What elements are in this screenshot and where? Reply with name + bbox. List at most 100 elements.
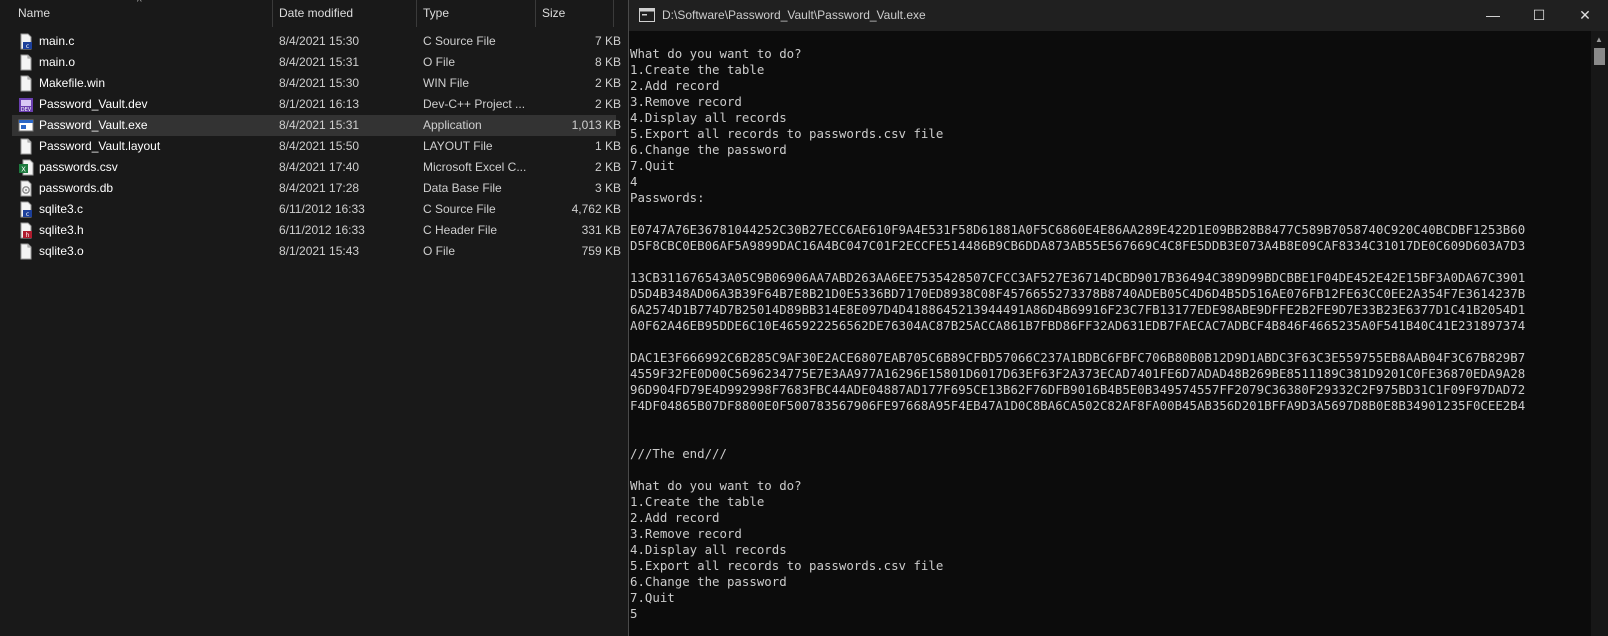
- console-line: 2.Add record: [630, 510, 720, 525]
- column-header-date-label: Date modified: [279, 6, 354, 20]
- file-name: Password_Vault.layout: [39, 139, 161, 153]
- console-line: 7.Quit: [630, 590, 675, 605]
- console-output[interactable]: What do you want to do? 1.Create the tabl…: [630, 46, 1590, 636]
- svg-text:DEV: DEV: [21, 107, 32, 113]
- column-header-size-label: Size: [542, 6, 566, 20]
- console-line: E0747A76E36781044252C30B27ECC6AE610F9A4E…: [630, 222, 1526, 237]
- console-app-icon: [639, 8, 655, 22]
- file-size: 2 KB: [594, 97, 621, 111]
- console-line: 6A2574D1B774D7B25014D89BB314E8E097D4D418…: [630, 302, 1526, 317]
- close-icon: ✕: [1579, 7, 1591, 23]
- column-header-size[interactable]: Size: [536, 0, 614, 27]
- file-row[interactable]: Password_Vault.layout 8/4/2021 15:50 LAYOU…: [12, 136, 628, 157]
- blank-file-icon: [18, 243, 34, 260]
- file-size: 2 KB: [594, 76, 621, 90]
- file-date-modified: 8/4/2021 15:50: [279, 139, 360, 153]
- file-size: 2 KB: [594, 160, 621, 174]
- file-date-modified: 8/1/2021 16:13: [279, 97, 360, 111]
- file-row[interactable]: passwords.db 8/4/2021 17:28 Data Base File…: [12, 178, 628, 199]
- file-date-modified: 8/4/2021 15:31: [279, 55, 360, 69]
- console-line: 3.Remove record: [630, 526, 742, 541]
- file-size: 1 KB: [594, 139, 621, 153]
- sort-ascending-icon: ^: [137, 0, 142, 8]
- console-line: 5: [630, 606, 638, 621]
- file-size: 7 KB: [594, 34, 621, 48]
- file-size: 8 KB: [594, 55, 621, 69]
- file-type: C Source File: [423, 34, 496, 48]
- file-name: sqlite3.o: [39, 244, 84, 258]
- minimize-button[interactable]: —: [1470, 0, 1516, 31]
- file-size: 331 KB: [581, 223, 621, 237]
- file-name: Makefile.win: [39, 76, 106, 90]
- file-name: Password_Vault.exe: [39, 118, 148, 132]
- file-row[interactable]: sqlite3.o 8/1/2021 15:43 O File 759 KB: [12, 241, 628, 262]
- blank-file-icon: [18, 75, 34, 92]
- application-icon: [18, 117, 34, 134]
- file-type: LAYOUT File: [423, 139, 493, 153]
- file-row[interactable]: c main.c 8/4/2021 15:30 C Source File 7 KB: [12, 31, 628, 52]
- console-line: 4.Display all records: [630, 542, 787, 557]
- console-line: What do you want to do?: [630, 46, 802, 61]
- console-line: DAC1E3F666992C6B285C9AF30E2ACE6807EAB705…: [630, 350, 1526, 365]
- console-line: Passwords:: [630, 190, 705, 205]
- file-name: passwords.csv: [39, 160, 118, 174]
- close-button[interactable]: ✕: [1562, 0, 1608, 31]
- console-title: D:\Software\Password_Vault\Password_Vaul…: [662, 8, 926, 22]
- console-line: What do you want to do?: [630, 478, 802, 493]
- console-line: 5.Export all records to passwords.csv fi…: [630, 558, 944, 573]
- file-list: c main.c 8/4/2021 15:30 C Source File 7 KB ma…: [0, 31, 628, 262]
- database-file-icon: [18, 180, 34, 197]
- file-type: Application: [423, 118, 482, 132]
- column-header-bar: Name ^ Date modified Type Size: [0, 0, 628, 27]
- console-line: 1.Create the table: [630, 62, 765, 77]
- excel-csv-icon: X: [18, 159, 34, 176]
- file-row[interactable]: h sqlite3.h 6/11/2012 16:33 C Header File 33…: [12, 220, 628, 241]
- file-date-modified: 8/4/2021 17:40: [279, 160, 360, 174]
- file-date-modified: 8/4/2021 15:30: [279, 76, 360, 90]
- file-date-modified: 8/1/2021 15:43: [279, 244, 360, 258]
- console-scrollbar[interactable]: ▲: [1591, 31, 1608, 636]
- console-line: 4.Display all records: [630, 110, 787, 125]
- console-title-bar[interactable]: D:\Software\Password_Vault\Password_Vaul…: [629, 0, 1608, 31]
- svg-text:c: c: [26, 211, 29, 218]
- console-line: 1.Create the table: [630, 494, 765, 509]
- file-name: Password_Vault.dev: [39, 97, 148, 111]
- blank-file-icon: [18, 54, 34, 71]
- file-row[interactable]: Password_Vault.exe 8/4/2021 15:31 Applicat…: [12, 115, 621, 136]
- blank-file-icon: [18, 138, 34, 155]
- file-type: Microsoft Excel C...: [423, 160, 527, 174]
- file-date-modified: 8/4/2021 17:28: [279, 181, 360, 195]
- column-header-date[interactable]: Date modified: [273, 0, 417, 27]
- console-line: D5D4B348AD06A3B39F64B7E8B21D0E5336BD7170…: [630, 286, 1526, 301]
- console-line: 6.Change the password: [630, 574, 787, 589]
- console-line: 13CB311676543A05C9B06906AA7ABD263AA6EE75…: [630, 270, 1526, 285]
- file-row[interactable]: c sqlite3.c 6/11/2012 16:33 C Source File 4,…: [12, 199, 628, 220]
- file-row[interactable]: main.o 8/4/2021 15:31 O File 8 KB: [12, 52, 628, 73]
- file-row[interactable]: DEV Password_Vault.dev 8/1/2021 16:13 Dev-C…: [12, 94, 628, 115]
- console-window: D:\Software\Password_Vault\Password_Vaul…: [628, 0, 1608, 636]
- console-line: 7.Quit: [630, 158, 675, 173]
- file-row[interactable]: Xpasswords.csv 8/4/2021 17:40 Microsoft Ex…: [12, 157, 628, 178]
- scrollbar-thumb[interactable]: [1594, 48, 1605, 65]
- file-name: sqlite3.h: [39, 223, 84, 237]
- column-header-type[interactable]: Type: [417, 0, 536, 27]
- file-type: C Header File: [423, 223, 498, 237]
- c-source-icon: c: [18, 201, 34, 218]
- file-size: 4,762 KB: [571, 202, 621, 216]
- console-line: 4559F32FE0D00C5696234775E7E3AA977A16296E…: [630, 366, 1526, 381]
- column-header-name[interactable]: Name: [12, 0, 273, 27]
- file-row[interactable]: Makefile.win 8/4/2021 15:30 WIN File 2 KB: [12, 73, 628, 94]
- console-line: ///The end///: [630, 446, 727, 461]
- console-line: 96D904FD79E4D992998F7683FBC44ADE04887AD1…: [630, 382, 1526, 397]
- devcpp-project-icon: DEV: [18, 96, 34, 113]
- file-type: Data Base File: [423, 181, 502, 195]
- maximize-button[interactable]: ☐: [1516, 0, 1562, 31]
- console-line: F4DF04865B07DF8800E0F500783567906FE97668…: [630, 398, 1526, 413]
- scroll-up-arrow-icon[interactable]: ▲: [1595, 35, 1603, 44]
- file-date-modified: 6/11/2012 16:33: [279, 202, 365, 216]
- console-line: D5F8CBC0EB06AF5A9899DAC16A4BC047C01F2ECC…: [630, 238, 1526, 253]
